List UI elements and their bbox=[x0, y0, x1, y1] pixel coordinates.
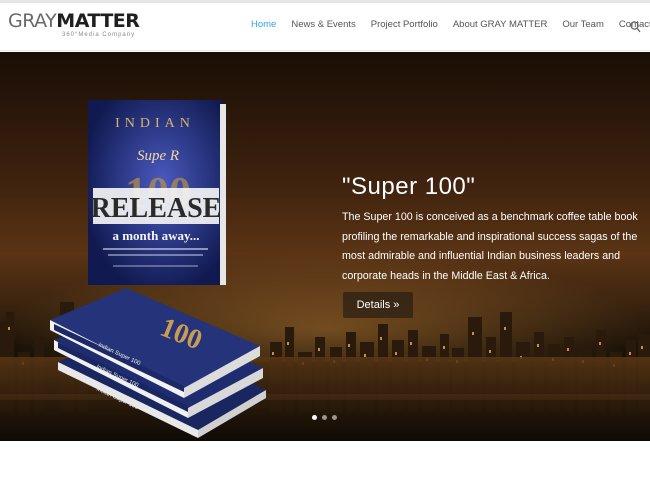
nav-about[interactable]: About GRAY MATTER bbox=[453, 19, 548, 30]
slide-title: "Super 100" bbox=[342, 173, 476, 200]
nav-our-team[interactable]: Our Team bbox=[562, 19, 604, 30]
book-subtitle: a month away... bbox=[112, 228, 199, 243]
logo-text-matter: MATTER bbox=[56, 10, 140, 32]
logo-tagline: 360°Media Company bbox=[62, 32, 136, 38]
nav-news-events[interactable]: News & Events bbox=[291, 19, 355, 30]
nav-home[interactable]: Home bbox=[251, 19, 276, 30]
book-image: INDIAN Supe R 100 RELEASE a month away..… bbox=[48, 100, 273, 440]
site-header: GRAYMATTER 360°Media Company Home News &… bbox=[0, 3, 650, 51]
site-logo[interactable]: GRAYMATTER 360°Media Company bbox=[8, 10, 140, 38]
search-icon[interactable] bbox=[630, 20, 641, 33]
slide-caption: "Super 100" The Super 100 is conceived a… bbox=[342, 172, 642, 286]
nav-project-portfolio[interactable]: Project Portfolio bbox=[371, 19, 438, 30]
hero-slider: INDIAN Supe R 100 RELEASE a month away..… bbox=[0, 52, 650, 441]
details-button[interactable]: Details » bbox=[343, 292, 413, 318]
book-title-top: INDIAN bbox=[115, 116, 195, 131]
slider-dot-1[interactable] bbox=[312, 415, 317, 420]
slider-pagination bbox=[312, 415, 342, 420]
slider-dot-3[interactable] bbox=[332, 415, 337, 420]
book-release: RELEASE bbox=[91, 193, 222, 224]
slider-dot-2[interactable] bbox=[322, 415, 327, 420]
logo-text-gray: GRAY bbox=[8, 10, 57, 32]
main-nav: Home News & Events Project Portfolio Abo… bbox=[251, 19, 650, 30]
slide-text: The Super 100 is conceived as a benchmar… bbox=[342, 211, 638, 282]
book-brand: Supe R bbox=[137, 148, 179, 164]
